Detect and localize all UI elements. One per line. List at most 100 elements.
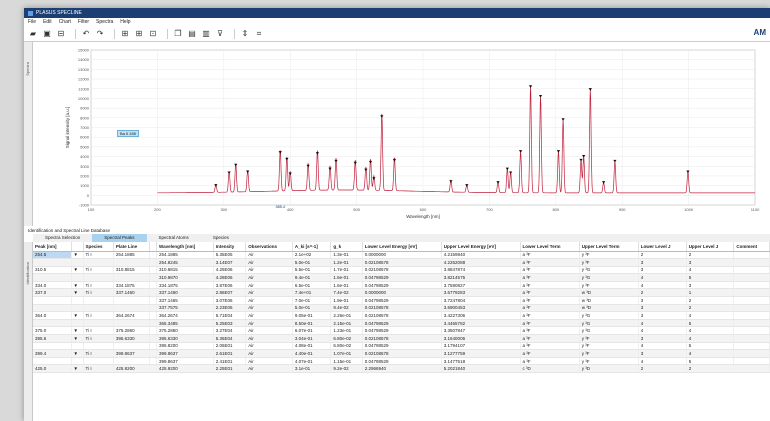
zoom-x-icon[interactable]: ⊞ — [120, 29, 130, 38]
column-header[interactable] — [149, 242, 158, 252]
table-cell[interactable]: ▼ — [71, 266, 84, 275]
image-icon[interactable]: ▤ — [187, 29, 197, 38]
table-row[interactable]: 334.0 ▼ Ti I 334.1875 334.1875 3.87E06 Air 6.5e… — [33, 281, 770, 290]
table-row[interactable]: 399.8637 2.41E01 Air 4.07e-01 1.15e-01 0.0479… — [33, 357, 770, 366]
table-cell: 395.6330 — [156, 334, 214, 343]
table-cell: 3.6779283 — [441, 288, 521, 298]
zoom-reset-icon[interactable]: ⊡ — [148, 29, 158, 38]
tab-spectral-peaks[interactable]: Spectral Peaks — [92, 234, 147, 242]
redo-icon[interactable]: ↷ — [95, 29, 105, 38]
filter-icon[interactable]: ⊽ — [215, 29, 225, 38]
tab-species[interactable]: Species — [201, 234, 241, 242]
table-cell: 0.04798529 — [362, 357, 442, 366]
table-row[interactable]: 375.0 ▼ Ti I 375.2860 375.2860 3.27E04 Air 6.07… — [33, 326, 770, 336]
undo-icon[interactable]: ↶ — [81, 29, 91, 38]
table-cell: 1.3e-01 — [330, 251, 363, 260]
table-cell: c ³D — [520, 364, 580, 373]
column-header[interactable]: Upper Level Energy [eV] — [441, 242, 521, 252]
table-cell: 3.3507847 — [441, 326, 521, 336]
menu-edit[interactable]: Edit — [43, 19, 52, 25]
table-row[interactable]: 395.8200 2.06E01 Air 4.08e-01 6.80e-02 0.0479… — [33, 342, 770, 351]
table-cell: 4 — [638, 319, 687, 328]
table-cell: 4 — [638, 342, 687, 351]
spectrum-chart-svg[interactable]: -100001000200030004000500060007000800090… — [33, 42, 770, 226]
column-header[interactable]: Lower Level Energy [eV] — [362, 242, 442, 252]
table-cell[interactable]: ▼ — [71, 251, 84, 260]
column-header[interactable]: Peak [nm] — [33, 242, 72, 252]
table-cell — [83, 357, 114, 366]
table-icon[interactable]: ▥ — [201, 29, 211, 38]
menu-filter[interactable]: Filter — [78, 19, 89, 25]
peaks-table-container[interactable]: Peak [nm] Species Plate Line Wavelength [nm… — [33, 242, 770, 421]
column-header[interactable]: Species — [83, 242, 114, 252]
table-cell[interactable] — [71, 319, 84, 328]
table-row[interactable]: 399.4 ▼ Ti I 399.8637 399.8637 2.61E01 Air 4.40… — [33, 349, 770, 358]
column-header[interactable]: g_k — [330, 242, 363, 252]
table-cell: a ³F — [520, 311, 580, 320]
column-header[interactable]: Wavelength [nm] — [156, 242, 214, 252]
save-icon[interactable]: ▣ — [42, 29, 52, 38]
table-row[interactable]: 254.8245 3.14E07 Air 5.0e-01 1.2e-01 0.021085… — [33, 258, 770, 267]
tab-spectral-atoms[interactable]: Spectral Atoms — [147, 234, 201, 242]
table-cell: a ³F — [520, 349, 580, 358]
table-cell: 2.61E01 — [213, 349, 247, 358]
table-row[interactable]: 425.0 ▼ Ti I 425.9200 425.9200 2.25E01 Air 3.1e… — [33, 364, 770, 373]
table-cell[interactable] — [71, 304, 84, 313]
menu-file[interactable]: File — [28, 19, 36, 25]
column-header[interactable]: Plate Line — [113, 242, 151, 252]
crop-icon[interactable]: ⌗ — [254, 29, 264, 38]
table-cell[interactable] — [71, 258, 84, 267]
export-icon[interactable]: ⊟ — [56, 29, 66, 38]
column-header[interactable]: Lower Level Term — [520, 242, 580, 252]
table-cell: 6.5e-01 — [292, 281, 332, 290]
table-cell: 3.87E06 — [213, 281, 247, 290]
fit-icon[interactable]: ⇕ — [240, 29, 250, 38]
table-cell: w ³D — [579, 304, 639, 313]
column-header[interactable]: A_ki [s^-1] — [292, 242, 332, 252]
table-row[interactable]: 337.7575 2.23E06 Air 5.0e-01 9.4e-02 0.021085… — [33, 304, 770, 313]
column-header[interactable] — [71, 242, 84, 252]
spectra-side-panel[interactable]: Spectra — [24, 42, 33, 226]
table-cell[interactable]: ▼ — [71, 349, 84, 358]
table-cell[interactable]: ▼ — [71, 281, 84, 290]
table-row[interactable]: 337.0 ▼ Ti I 337.1460 337.1460 2.86E07 Air 7.4e… — [33, 288, 770, 298]
column-header[interactable]: Observations — [245, 242, 293, 252]
column-header[interactable]: Comment — [733, 242, 770, 252]
column-header[interactable]: Upper Level J — [686, 242, 735, 252]
zoom-y-icon[interactable]: ⊞ — [134, 29, 144, 38]
table-row[interactable]: 364.0 ▼ Ti I 364.2674 364.2674 5.71E04 Air 9.05… — [33, 311, 770, 320]
table-cell[interactable]: ▼ — [71, 364, 84, 373]
table-cell[interactable] — [71, 357, 84, 366]
table-cell[interactable]: ▼ — [71, 334, 84, 343]
column-header[interactable]: Intensity — [213, 242, 247, 252]
table-row[interactable]: 337.1465 3.07E06 Air 7.0e-01 1.9e-01 0.047985… — [33, 296, 770, 305]
column-header[interactable]: Lower Level J — [638, 242, 687, 252]
table-row[interactable]: 365.3485 5.25E03 Air 8.50e-01 2.15e-01 0.0479… — [33, 319, 770, 328]
menu-spectra[interactable]: Spectra — [96, 19, 113, 25]
table-row[interactable]: 310.5 ▼ Ti I 310.8815 310.8815 4.25E06 Air 5.5e… — [33, 266, 770, 275]
identification-side-panel[interactable]: Identification — [24, 242, 33, 421]
table-cell[interactable]: ▼ — [71, 288, 84, 298]
menu-help[interactable]: Help — [120, 19, 130, 25]
table-cell: y ³G — [579, 319, 639, 328]
table-cell: 3.8214575 — [441, 273, 521, 282]
copy-icon[interactable]: ❐ — [173, 29, 183, 38]
spectrum-chart[interactable]: -1000 0 1000 2000 3000 4000 5000 6000 7000 8000 90… — [33, 42, 770, 226]
table-row[interactable]: 254.5 ▼ Ti I 254.1885 254.1885 5.35E05 Air 2.1e… — [33, 251, 770, 260]
table-cell[interactable] — [71, 342, 84, 351]
y-tick-label: 3000 — [80, 164, 90, 169]
table-cell: a ³F — [520, 258, 580, 267]
table-row[interactable]: 310.9870 4.28E06 Air 9.4e-01 1.6e-01 0.047985… — [33, 273, 770, 282]
table-cell[interactable]: ▼ — [71, 311, 84, 320]
tab-spectra-selection[interactable]: Spectra Selection — [33, 234, 92, 242]
table-cell[interactable] — [71, 296, 84, 305]
open-folder-icon[interactable]: ▰ — [28, 29, 38, 38]
menu-chart[interactable]: Chart — [59, 19, 71, 25]
table-cell — [113, 296, 151, 305]
table-cell: 3 — [638, 311, 687, 320]
table-cell[interactable]: ▼ — [71, 326, 84, 336]
table-row[interactable]: 395.6 ▼ Ti I 395.6330 395.6330 5.36E04 Air 3.04… — [33, 334, 770, 343]
table-cell: 3.04e-01 — [292, 334, 332, 343]
table-cell[interactable] — [71, 273, 84, 282]
column-header[interactable]: Upper Level Term — [579, 242, 639, 252]
